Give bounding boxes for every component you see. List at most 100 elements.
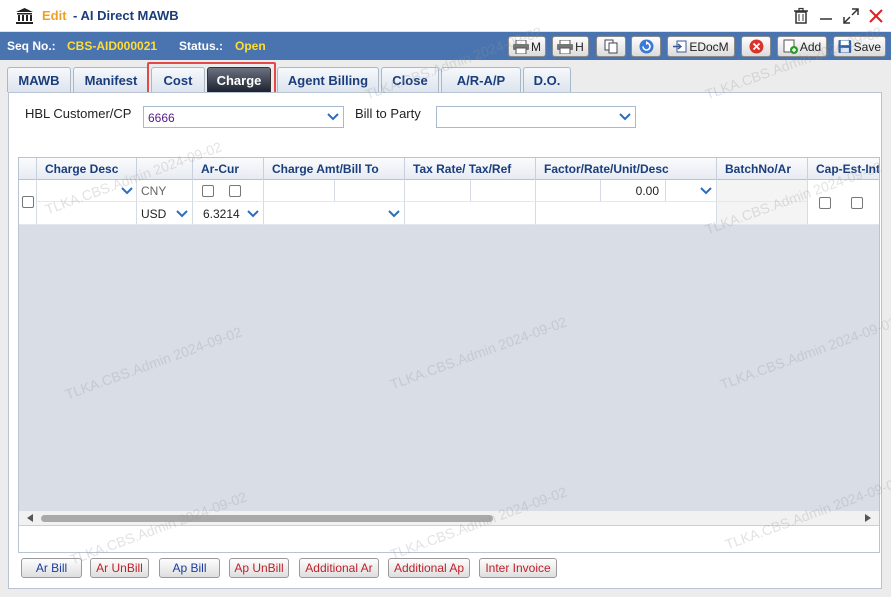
tax-sub-cell bbox=[405, 202, 536, 225]
ar-cur-check-cell bbox=[193, 180, 264, 202]
seq-value: CBS-AID000021 bbox=[67, 39, 158, 53]
bill-to-select[interactable] bbox=[264, 202, 405, 225]
status-value: Open bbox=[235, 39, 266, 53]
header-charge-amt[interactable]: Charge Amt/Bill To bbox=[264, 158, 405, 180]
rate-value: 0.00 bbox=[635, 184, 659, 198]
refresh-icon bbox=[639, 39, 653, 54]
maximize-icon[interactable] bbox=[842, 7, 860, 25]
grid-footer bbox=[19, 525, 879, 552]
tax-rate-input[interactable] bbox=[405, 180, 471, 202]
tab-agent-billing[interactable]: Agent Billing bbox=[277, 67, 379, 92]
rate-input[interactable]: 0.00 bbox=[601, 180, 666, 202]
ap-unbill-button[interactable]: Ap UnBill bbox=[229, 558, 289, 578]
batchno-cell bbox=[717, 180, 808, 202]
bank-icon bbox=[16, 8, 33, 24]
refresh-button[interactable] bbox=[631, 36, 661, 57]
row-select-cell bbox=[19, 180, 37, 225]
desc-input[interactable] bbox=[536, 202, 717, 225]
cap-est-int-cell bbox=[808, 180, 879, 225]
chevron-down-icon bbox=[174, 206, 190, 222]
header-charge-desc[interactable]: Charge Desc bbox=[37, 158, 137, 180]
seq-label: Seq No.: bbox=[7, 39, 56, 53]
tax-ref-input[interactable] bbox=[471, 180, 536, 202]
save-icon bbox=[838, 40, 852, 53]
grid-header: Charge Desc Ar-Cur Charge Amt/Bill To Ta… bbox=[19, 158, 879, 180]
ap-bill-button[interactable]: Ap Bill bbox=[159, 558, 220, 578]
est-checkbox[interactable] bbox=[851, 197, 863, 209]
inter-invoice-button[interactable]: Inter Invoice bbox=[479, 558, 557, 578]
ar-cur-checkbox-2[interactable] bbox=[229, 185, 241, 197]
header-select-column bbox=[19, 158, 37, 180]
window-title: - AI Direct MAWB bbox=[73, 8, 179, 23]
save-button[interactable]: Save bbox=[833, 36, 886, 57]
chevron-down-icon bbox=[698, 183, 714, 199]
tab-do[interactable]: D.O. bbox=[523, 67, 571, 92]
edocm-label: EDocM bbox=[689, 39, 729, 54]
charge-grid: Charge Desc Ar-Cur Charge Amt/Bill To Ta… bbox=[18, 157, 880, 553]
exchange-rate-select[interactable]: 6.3214 bbox=[193, 202, 264, 225]
currency-select[interactable]: USD bbox=[137, 202, 193, 225]
status-label: Status.: bbox=[179, 39, 224, 53]
print-m-label: M bbox=[531, 39, 541, 54]
row-select-checkbox[interactable] bbox=[22, 196, 34, 208]
charge-desc-sub-cell bbox=[37, 202, 137, 225]
currency-value: USD bbox=[141, 207, 167, 221]
table-row: CNY USD 6.3214 0.00 bbox=[19, 180, 879, 225]
charge-amt-input[interactable] bbox=[264, 180, 335, 202]
charge-desc-select[interactable] bbox=[37, 180, 137, 202]
scrollbar-thumb[interactable] bbox=[41, 515, 493, 522]
add-icon bbox=[783, 39, 798, 54]
exchange-rate-value: 6.3214 bbox=[203, 207, 240, 221]
print-h-label: H bbox=[575, 39, 584, 54]
cap-checkbox[interactable] bbox=[819, 197, 831, 209]
tab-mawb[interactable]: MAWB bbox=[7, 67, 71, 92]
close-icon[interactable] bbox=[867, 7, 885, 25]
copy-button[interactable] bbox=[596, 36, 626, 57]
unit-select[interactable] bbox=[666, 180, 717, 202]
header-factor-rate[interactable]: Factor/Rate/Unit/Desc bbox=[536, 158, 717, 180]
chevron-down-icon bbox=[119, 183, 135, 199]
trash-icon[interactable] bbox=[792, 7, 810, 25]
ar-no-cell bbox=[717, 202, 808, 225]
tab-ar-ap[interactable]: A/R-A/P bbox=[441, 67, 521, 92]
seq-bar: Seq No.: CBS-AID000021 Status.: Open M H… bbox=[0, 32, 891, 60]
hbl-customer-select[interactable]: 6666 bbox=[143, 106, 344, 128]
edocm-button[interactable]: EDocM bbox=[667, 36, 735, 57]
ar-unbill-button[interactable]: Ar UnBill bbox=[90, 558, 149, 578]
printer-icon bbox=[513, 39, 529, 54]
window-titlebar: Edit - AI Direct MAWB bbox=[0, 0, 891, 32]
bill-to-input[interactable] bbox=[335, 180, 405, 202]
chevron-down-icon bbox=[245, 206, 261, 222]
cur-top-cell: CNY bbox=[137, 180, 193, 202]
header-blank bbox=[137, 158, 193, 180]
bill-to-party-select[interactable] bbox=[436, 106, 636, 128]
import-icon bbox=[673, 40, 687, 53]
add-button[interactable]: Add bbox=[777, 36, 827, 57]
additional-ap-button[interactable]: Additional Ap bbox=[388, 558, 470, 578]
scroll-right-icon[interactable] bbox=[865, 514, 871, 522]
tab-highlight-box bbox=[147, 62, 276, 94]
chevron-down-icon bbox=[615, 107, 635, 127]
tab-manifest[interactable]: Manifest bbox=[73, 67, 149, 92]
scroll-left-icon[interactable] bbox=[27, 514, 33, 522]
print-m-button[interactable]: M bbox=[508, 36, 546, 57]
ar-bill-button[interactable]: Ar Bill bbox=[21, 558, 82, 578]
ar-cur-checkbox-1[interactable] bbox=[202, 185, 214, 197]
chevron-down-icon bbox=[386, 206, 402, 222]
header-tax-rate[interactable]: Tax Rate/ Tax/Ref bbox=[405, 158, 536, 180]
header-ar-cur[interactable]: Ar-Cur bbox=[193, 158, 264, 180]
header-cap-est-int[interactable]: Cap-Est-Int bbox=[808, 158, 879, 180]
print-h-button[interactable]: H bbox=[552, 36, 589, 57]
tab-close[interactable]: Close bbox=[381, 67, 439, 92]
horizontal-scrollbar[interactable] bbox=[19, 511, 879, 525]
edit-label: Edit bbox=[42, 8, 67, 23]
printer-icon bbox=[557, 39, 574, 54]
minimize-icon[interactable] bbox=[817, 7, 835, 25]
cur-top-value: CNY bbox=[141, 184, 167, 198]
save-label: Save bbox=[853, 39, 881, 54]
bill-to-party-label: Bill to Party bbox=[355, 106, 421, 121]
cancel-button[interactable] bbox=[741, 36, 771, 57]
additional-ar-button[interactable]: Additional Ar bbox=[299, 558, 379, 578]
header-batchno[interactable]: BatchNo/Ar bbox=[717, 158, 808, 180]
factor-input[interactable] bbox=[536, 180, 601, 202]
